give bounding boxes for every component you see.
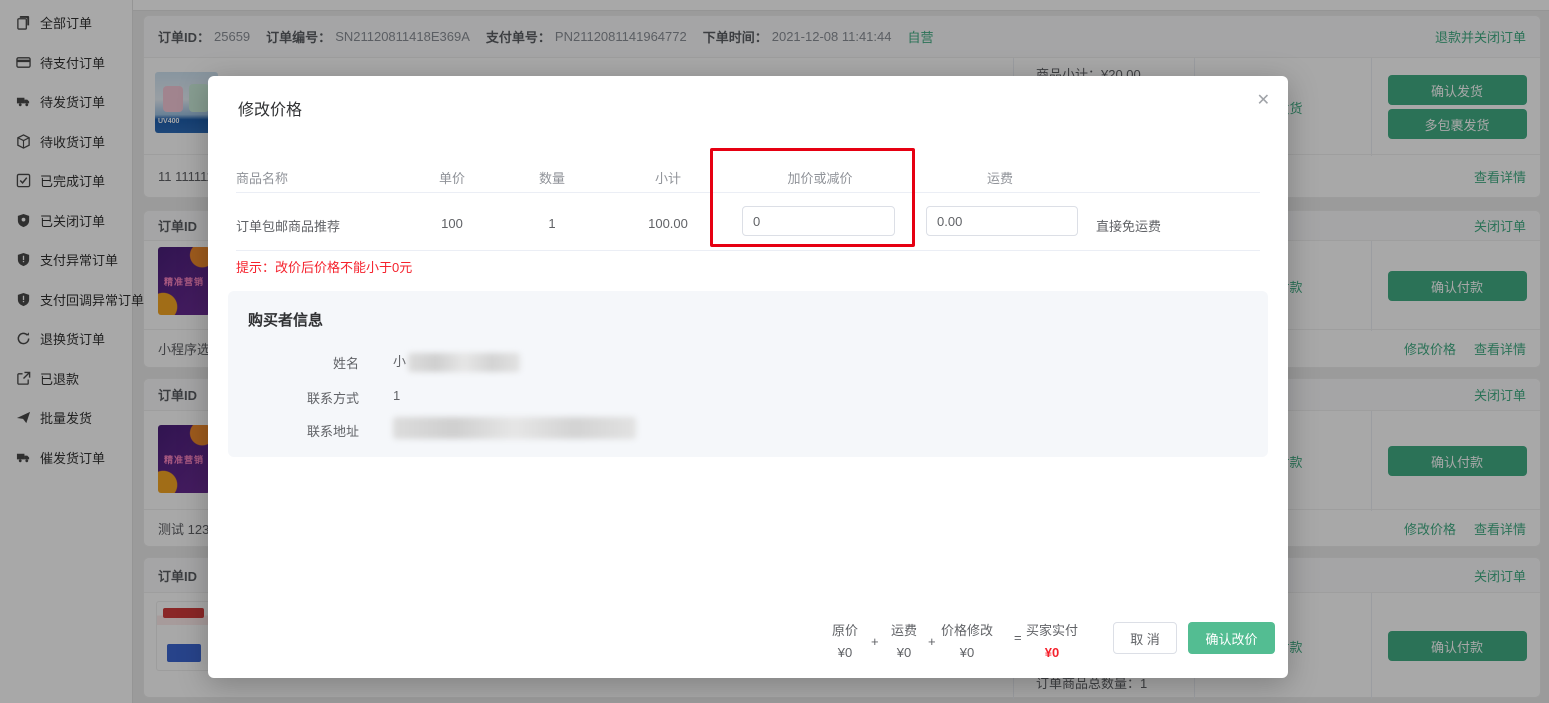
col-header-subtotal: 小计: [654, 171, 681, 186]
order-management-app: 全部订单 待支付订单 待发货订单 待收货订单 已完成订单 已关闭订单 支付异常订…: [0, 0, 1549, 703]
col-header-product-name: 商品名称: [236, 171, 289, 186]
redacted-name: [408, 353, 521, 373]
product-name-cell: 订单包邮商品推荐: [236, 219, 341, 234]
price-tip-text: 提示：改价后价格不能小于0元: [236, 260, 413, 275]
col-header-unit-price: 单价: [438, 171, 465, 186]
modify-price-modal: 修改价格 ✕ 商品名称 单价 数量 小计 加价或减价 运费 订单包邮商品推荐 1…: [208, 76, 1288, 678]
freight-input[interactable]: [926, 206, 1078, 236]
divider: [236, 250, 1260, 251]
redacted-address: [393, 417, 636, 439]
quantity-cell: 1: [548, 216, 556, 231]
buyer-contact-label: 联系方式: [306, 391, 359, 406]
confirm-price-change-button[interactable]: 确认改价: [1188, 622, 1275, 654]
col-header-quantity: 数量: [538, 171, 565, 186]
modal-title: 修改价格: [238, 102, 303, 119]
summary-price-modify: 价格修改 ¥0: [940, 623, 993, 660]
price-adjust-input[interactable]: [742, 206, 895, 236]
buyer-address-value: [393, 417, 636, 439]
buyer-name-label: 姓名: [332, 356, 359, 371]
buyer-address-label: 联系地址: [306, 424, 359, 439]
close-icon[interactable]: ✕: [1257, 90, 1270, 110]
cancel-button[interactable]: 取 消: [1113, 622, 1177, 654]
buyer-info-title: 购买者信息: [248, 312, 324, 329]
summary-buyer-payable: 买家实付 ¥0: [1025, 623, 1078, 660]
divider: [236, 192, 1260, 193]
col-header-price-adjust: 加价或减价: [787, 171, 853, 186]
buyer-name-value: 小: [393, 351, 521, 373]
buyer-contact-value: 1: [393, 388, 401, 403]
free-shipping-option[interactable]: 直接免运费: [1096, 216, 1161, 235]
col-header-freight: 运费: [986, 171, 1013, 186]
unit-price-cell: 100: [441, 216, 463, 231]
subtotal-cell: 100.00: [648, 216, 688, 231]
buyer-info-panel: 购买者信息 姓名 小 联系方式 1 联系地址: [228, 291, 1268, 457]
